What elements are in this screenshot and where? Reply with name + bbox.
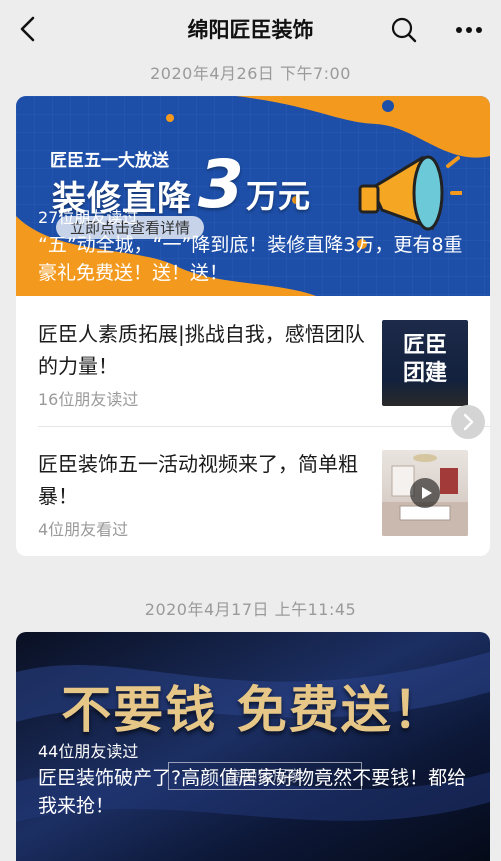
megaphone-icon <box>358 155 462 231</box>
article-title: 匠臣装饰五一活动视频来了，简单粗暴！ <box>38 452 358 508</box>
thumbnail-text: 匠臣 团建 <box>402 333 447 386</box>
readers-count: 44位朋友读过 <box>38 742 139 761</box>
promo-subtitle: 匠臣五一大放送 <box>50 151 169 171</box>
next-button[interactable] <box>451 405 485 439</box>
message-timestamp: 2020年4月26日 下午7:00 <box>150 64 351 83</box>
play-icon <box>422 487 432 499</box>
page-title: 绵阳匠臣装饰 <box>187 18 314 42</box>
readers-count: 16位朋友读过 <box>38 390 139 409</box>
article-title: 匠臣装饰破产了?高颜值居家好物竟然不要钱！都给我来抢！ <box>38 767 467 817</box>
article-card: 不要钱 免费送！ 44位朋友读过 高颜值居家 匠臣装饰破产了?高颜值居家好物竟然… <box>16 632 490 861</box>
divider <box>38 426 490 427</box>
article-thumbnail: 匠臣 团建 <box>382 320 468 406</box>
search-button[interactable] <box>390 16 418 44</box>
readers-count: 27位朋友读过 <box>38 208 139 227</box>
hero-article[interactable]: 匠臣五一大放送 装修直降 3 万元 立即点击查看详情 27位朋友读过 “五”动全… <box>16 96 490 296</box>
article-title: 匠臣人素质拓展|挑战自我，感悟团队的力量！ <box>38 322 365 378</box>
search-icon <box>391 17 417 43</box>
hero-article[interactable]: 不要钱 免费送！ 44位朋友读过 高颜值居家 匠臣装饰破产了?高颜值居家好物竟然… <box>16 632 490 861</box>
more-dots-icon <box>456 27 482 33</box>
promo-unit: 万元 <box>246 177 311 215</box>
article-title: “五”动全城，“一”降到底！装修直降3万，更有8重豪礼免费送！送！送！ <box>38 234 463 284</box>
video-thumbnail <box>382 450 468 536</box>
play-button[interactable] <box>410 478 440 508</box>
readers-count: 4位朋友看过 <box>38 520 129 539</box>
promo-number: 3 <box>198 146 244 223</box>
message-timestamp: 2020年4月17日 上午11:45 <box>144 600 357 619</box>
list-item[interactable]: 匠臣人素质拓展|挑战自我，感悟团队的力量！ 16位朋友读过 匠臣 团建 <box>16 306 490 426</box>
chevron-right-icon <box>463 413 474 431</box>
more-button[interactable] <box>454 16 484 44</box>
top-bar: 绵阳匠臣装饰 <box>0 0 501 58</box>
banner-text: 不要钱 免费送！ <box>61 680 445 739</box>
article-card: 匠臣五一大放送 装修直降 3 万元 立即点击查看详情 27位朋友读过 “五”动全… <box>16 96 490 556</box>
list-item[interactable]: 匠臣装饰五一活动视频来了，简单粗暴！ 4位朋友看过 <box>16 436 490 556</box>
